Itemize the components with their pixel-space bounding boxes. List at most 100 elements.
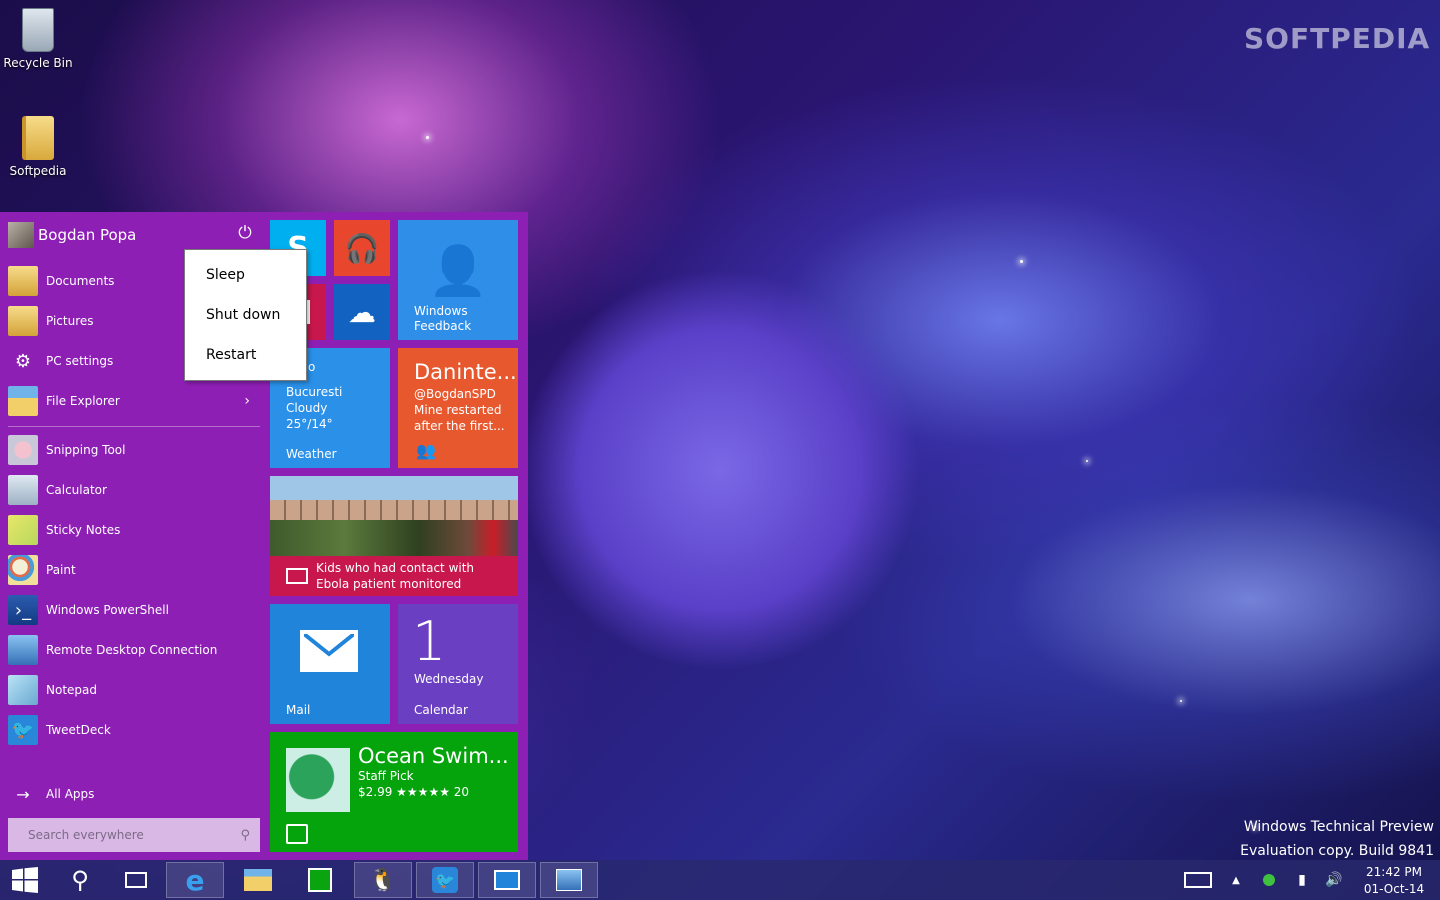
tile-label: Windows Feedback: [414, 304, 471, 334]
weather-partial-text: o: [308, 360, 316, 374]
start-item-calculator[interactable]: Calculator: [8, 473, 260, 507]
search-button[interactable]: ⚲: [56, 860, 104, 900]
taskbar-file-explorer[interactable]: [229, 862, 287, 898]
news-photo: [270, 476, 518, 556]
power-button[interactable]: ⏻: [234, 222, 256, 244]
weather-city: Bucuresti: [286, 385, 343, 399]
taskbar-clock[interactable]: 21:42 PM 01-Oct-14: [1356, 864, 1432, 898]
sticky-notes-icon: [8, 515, 38, 545]
powershell-icon: ›_: [8, 595, 38, 625]
file-explorer-icon: [8, 386, 38, 416]
start-item-label: Windows PowerShell: [46, 603, 169, 617]
store-line: Staff Pick: [358, 769, 414, 783]
newspaper-icon: [286, 568, 308, 584]
action-center-button[interactable]: [1256, 860, 1282, 900]
start-item-windows-powershell[interactable]: ›_ Windows PowerShell: [8, 593, 260, 627]
start-item-label: TweetDeck: [46, 723, 111, 737]
weather-details: Bucuresti Cloudy 25°/14°: [286, 384, 342, 432]
taskbar-internet-explorer[interactable]: e: [166, 862, 224, 898]
news-line: Kids who had contact with: [316, 561, 475, 575]
taskbar-store[interactable]: [291, 862, 349, 898]
power-options-menu: Sleep Shut down Restart: [184, 249, 307, 381]
taskbar-remote-desktop[interactable]: [540, 862, 598, 898]
start-item-remote-desktop[interactable]: Remote Desktop Connection: [8, 633, 260, 667]
taskbar-chat-app[interactable]: 🐧: [354, 862, 412, 898]
store-bag-icon: [308, 868, 332, 892]
twitter-bird-icon: 🐦: [8, 715, 38, 745]
tile-store[interactable]: Ocean Swim... Staff Pick $2.99 ★★★★★ 20: [270, 732, 518, 852]
store-line: $2.99 ★★★★★ 20: [358, 785, 470, 799]
power-option-shut-down[interactable]: Shut down: [185, 297, 306, 333]
desktop-icon-label: Recycle Bin: [3, 56, 73, 70]
windows-logo-icon: [12, 867, 38, 893]
power-option-sleep[interactable]: Sleep: [185, 257, 306, 293]
start-item-label: Sticky Notes: [46, 523, 121, 537]
start-item-label: PC settings: [46, 354, 114, 368]
store-title: Ocean Swim...: [358, 744, 509, 768]
show-hidden-icons-button[interactable]: ▲: [1226, 860, 1246, 900]
people-message: @BogdanSPD Mine restarted after the firs…: [414, 386, 505, 434]
user-account[interactable]: Bogdan Popa: [8, 222, 136, 248]
start-item-tweetdeck[interactable]: 🐦 TweetDeck: [8, 713, 260, 747]
tile-windows-feedback[interactable]: 👤 Windows Feedback: [398, 220, 518, 340]
power-option-restart[interactable]: Restart: [185, 337, 306, 373]
divider: [8, 426, 260, 427]
start-item-paint[interactable]: Paint: [8, 553, 260, 587]
envelope-icon: [300, 630, 358, 672]
eval-line: Windows Technical Preview: [1243, 819, 1434, 835]
desktop-icon-softpedia[interactable]: Softpedia: [0, 116, 76, 178]
weather-condition: Cloudy: [286, 401, 328, 415]
taskbar-tweetdeck[interactable]: 🐦: [416, 862, 474, 898]
headphones-icon: 🎧: [344, 231, 380, 265]
tile-label: Weather: [286, 447, 337, 461]
tile-news[interactable]: Kids who had contact with Ebola patient …: [270, 476, 518, 596]
clock-date: 01-Oct-14: [1363, 882, 1425, 896]
volume-button[interactable]: 🔊: [1322, 860, 1346, 900]
start-item-snipping-tool[interactable]: Snipping Tool: [8, 433, 260, 467]
tile-mail[interactable]: Mail: [270, 604, 390, 724]
people-title: Daninte...: [414, 360, 517, 384]
weather-temps: 25°/14°: [286, 417, 333, 431]
star: [1180, 700, 1182, 702]
start-item-notepad[interactable]: Notepad: [8, 673, 260, 707]
avatar: [8, 222, 34, 248]
envelope-icon: [494, 870, 520, 890]
start-item-label: Documents: [46, 274, 115, 288]
search-input[interactable]: Search everywhere ⚲: [8, 818, 260, 852]
search-icon: ⚲: [71, 866, 89, 894]
start-item-file-explorer[interactable]: File Explorer ›: [8, 384, 260, 418]
network-button[interactable]: ▮: [1290, 860, 1314, 900]
feedback-people-icon: 👤: [428, 242, 488, 299]
snipping-tool-icon: [8, 435, 38, 465]
start-button[interactable]: [0, 860, 50, 900]
taskbar-mail[interactable]: [478, 862, 536, 898]
people-line: @BogdanSPD: [414, 387, 496, 401]
user-name: Bogdan Popa: [38, 226, 137, 244]
folder-icon: [22, 116, 54, 160]
touch-keyboard-button[interactable]: [1180, 860, 1216, 900]
store-app-art: [286, 748, 350, 812]
speaker-icon: 🔊: [1325, 872, 1343, 888]
tile-calendar[interactable]: 1 Wednesday Calendar: [398, 604, 518, 724]
chevron-up-icon: ▲: [1232, 874, 1240, 886]
documents-folder-icon: [8, 266, 38, 296]
remote-desktop-icon: [556, 869, 582, 891]
start-item-label: Remote Desktop Connection: [46, 643, 218, 657]
people-icon: 👥: [416, 440, 436, 460]
task-view-icon: [125, 872, 147, 888]
chevron-right-icon[interactable]: ›: [244, 393, 250, 409]
paint-icon: [8, 555, 38, 585]
all-apps-button[interactable]: → All Apps: [8, 784, 94, 804]
tile-label-line: Feedback: [414, 319, 472, 333]
file-explorer-icon: [244, 869, 272, 891]
task-view-button[interactable]: [112, 860, 160, 900]
search-placeholder: Search everywhere: [28, 828, 144, 842]
tile-people[interactable]: Daninte... @BogdanSPD Mine restarted aft…: [398, 348, 518, 468]
store-details: Staff Pick $2.99 ★★★★★ 20: [358, 768, 469, 800]
cloud-icon: ☁: [348, 295, 376, 329]
start-item-sticky-notes[interactable]: Sticky Notes: [8, 513, 260, 547]
tile-music[interactable]: 🎧: [334, 220, 390, 276]
desktop-icon-recycle-bin[interactable]: Recycle Bin: [0, 8, 76, 70]
search-icon: ⚲: [240, 827, 250, 843]
tile-onedrive[interactable]: ☁: [334, 284, 390, 340]
